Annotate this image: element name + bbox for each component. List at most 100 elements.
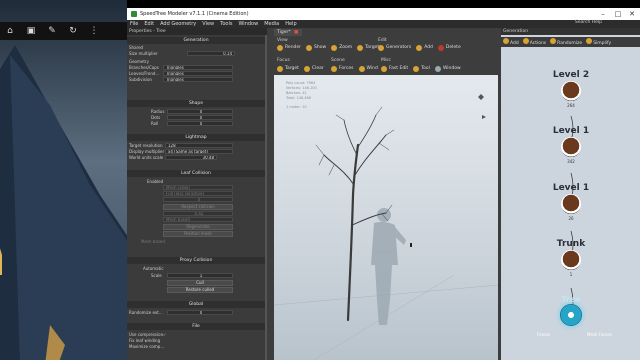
position-mesh-button[interactable]: Position mesh	[163, 231, 233, 237]
pen-icon[interactable]: ✎	[46, 25, 58, 37]
generator-node-level-1-upper[interactable]: Level 1 342	[545, 126, 597, 164]
size-multiplier-label: Size multiplier	[129, 51, 158, 56]
search-help-input[interactable]: Search Help	[575, 20, 602, 25]
branches-label: Branches/Caps	[129, 65, 159, 70]
cull-button[interactable]: Cull	[167, 280, 233, 286]
generator-node-trunk[interactable]: Trunk 1	[545, 239, 597, 277]
display-multiplier-select[interactable]: x4 (Same as target)	[165, 149, 233, 154]
menu-file[interactable]: File	[130, 21, 138, 27]
menu-tools[interactable]: Tools	[220, 21, 232, 27]
subdivision-select[interactable]: Triangles	[163, 77, 233, 82]
subdivision-label: Subdivision	[129, 77, 152, 82]
section-leaf-collision[interactable]: Leaf Collision	[127, 170, 265, 177]
maximize-icon[interactable]: □	[611, 8, 625, 20]
gen-add-icon	[503, 38, 509, 44]
menu-media[interactable]: Media	[264, 21, 279, 27]
minimize-icon[interactable]: –	[596, 8, 610, 20]
target-resolution-select[interactable]: 128	[165, 143, 233, 148]
tool-button[interactable]: Tool	[421, 66, 430, 71]
section-shape[interactable]: Shape	[127, 100, 265, 107]
zoom-icon	[331, 44, 338, 51]
gen-add-button[interactable]: Add	[503, 38, 519, 46]
menu-help[interactable]: Help	[285, 21, 296, 27]
zoom-button[interactable]: Zoom	[339, 45, 352, 50]
menu-window[interactable]: Window	[238, 21, 258, 27]
add-button[interactable]: Add	[424, 45, 433, 50]
title-bar: SpeedTree Modeler v7.1.1 (Cinema Edition…	[127, 8, 640, 20]
regenerate-button[interactable]: Regenerate	[163, 224, 233, 230]
focus-group-label: Focus	[277, 58, 290, 63]
menu-view[interactable]: View	[202, 21, 214, 27]
leaf-collision-mode[interactable]: Mesh (slow)	[163, 185, 233, 190]
wind-button[interactable]: Wind	[367, 66, 378, 71]
menu-add-geometry[interactable]: Add Geometry	[160, 21, 196, 27]
app-icon	[131, 11, 137, 17]
dots-icon[interactable]: ⋮	[88, 25, 100, 37]
generators-button[interactable]: Generators	[386, 45, 411, 50]
use-compression-checkbox[interactable]: Use compression	[129, 332, 163, 337]
tab-close-icon[interactable]: ■	[294, 30, 298, 35]
randomize-field[interactable]: 0	[167, 310, 233, 315]
gen-randomize-button[interactable]: Randomize	[550, 38, 582, 46]
clear-button[interactable]: Clear	[312, 66, 324, 71]
roll-field[interactable]: 0	[167, 121, 233, 126]
shared-label: Shared	[129, 45, 144, 50]
dots-field[interactable]: 0	[167, 115, 233, 120]
generators-icon	[378, 44, 384, 51]
close-icon[interactable]: ✕	[625, 8, 639, 20]
generator-node-tree[interactable]: Tree	[545, 295, 597, 326]
leaf-collision-enabled[interactable]: Enabled	[147, 179, 163, 184]
respect-collision-button[interactable]: Respect collision	[163, 204, 233, 210]
section-global[interactable]: Global	[127, 301, 265, 308]
world-units-field[interactable]: 30.48	[165, 155, 217, 160]
tree-render	[274, 94, 498, 360]
mesh-forces-footer-label[interactable]: Mesh Forces	[587, 332, 612, 337]
restore-culled-button[interactable]: Restore culled	[167, 287, 233, 293]
focus-target-icon	[277, 65, 283, 72]
forces-footer-label[interactable]: Forces	[537, 332, 550, 337]
show-button[interactable]: Show	[314, 45, 326, 50]
proxy-automatic[interactable]: Automatic	[143, 266, 164, 271]
target-icon	[357, 44, 364, 51]
forces-button[interactable]: Forces	[339, 66, 354, 71]
display-multiplier-label: Display multiplier	[129, 149, 165, 154]
focus-toolbar: Target Clear	[277, 65, 324, 72]
focus-target-button[interactable]: Target	[285, 66, 299, 71]
section-lightmap[interactable]: Lightmap	[127, 134, 265, 141]
section-proxy-collision[interactable]: Proxy Collision	[127, 257, 265, 264]
viewport-canvas[interactable]: Poly count: 7984 Vertices: 146,100 Batch…	[274, 75, 498, 360]
size-multiplier-field[interactable]: 0.14	[187, 51, 235, 56]
menu-edit[interactable]: Edit	[144, 21, 154, 27]
generator-node-level-1-lower[interactable]: Level 1 26	[545, 183, 597, 221]
window-button[interactable]: Window	[443, 66, 461, 71]
camera-icon[interactable]: ▣	[25, 25, 37, 37]
gen-simplify-button[interactable]: Simplify	[586, 38, 611, 46]
render-button[interactable]: Render	[285, 45, 301, 50]
leaf-collision-accuracy[interactable]: Full (less sensitive)	[163, 191, 233, 196]
refresh-icon[interactable]: ↻	[67, 25, 79, 37]
branches-select[interactable]: Triangles	[163, 65, 233, 70]
collision-distance-select[interactable]: Mesh based	[163, 217, 233, 222]
section-file[interactable]: File	[127, 323, 265, 330]
wind-icon	[358, 65, 365, 72]
house-icon[interactable]: ⌂	[4, 25, 16, 37]
trunk-generator-icon	[561, 250, 581, 270]
viewport-tab[interactable]: Tiger* ■	[274, 29, 302, 36]
section-generation[interactable]: Generation	[127, 37, 265, 44]
gen-actions-button[interactable]: Actions	[522, 38, 546, 46]
maximize-compression-checkbox[interactable]: Maximize comp...	[129, 344, 164, 349]
delete-button[interactable]: Delete	[446, 45, 461, 50]
properties-scrollbar[interactable]	[265, 35, 267, 360]
proxy-scale-field[interactable]: 1	[167, 273, 233, 278]
cell-spacing-field[interactable]: 0.42	[163, 211, 233, 216]
generator-node-level-2[interactable]: Level 2 264	[545, 70, 597, 108]
fast-edit-button[interactable]: Fast Edit	[389, 66, 408, 71]
axis-gizmo-icon	[478, 94, 486, 119]
desktop-background: ⌂ ▣ ✎ ↻ ⋮	[0, 0, 127, 360]
leaf-collision-sample-radius[interactable]: 0	[163, 197, 233, 202]
radius-field[interactable]: 0	[167, 109, 233, 114]
target-view-button[interactable]: Target	[365, 45, 379, 50]
fix-leaf-winding-checkbox[interactable]: Fix leaf winding	[129, 338, 160, 343]
leaves-select[interactable]: Triangles	[163, 71, 233, 76]
mesh-based-label: Mesh based	[141, 239, 165, 244]
